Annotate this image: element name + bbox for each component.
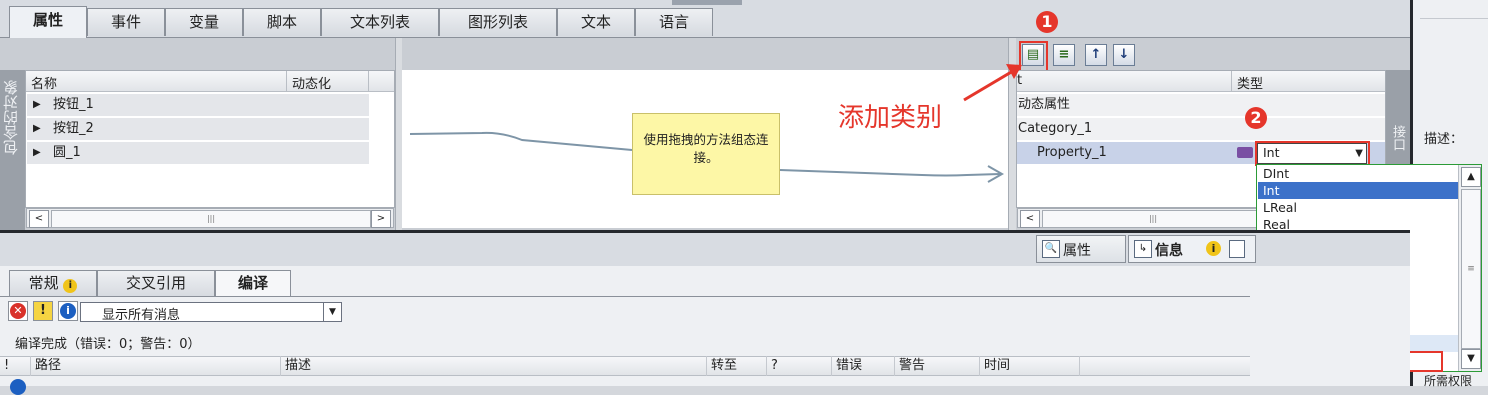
col-severity[interactable]: ! <box>0 356 31 376</box>
tab-scripts[interactable]: 脚本 <box>243 8 321 36</box>
tab-text[interactable]: 文本 <box>557 8 635 36</box>
left-vertical-title: 包含的对象 <box>2 80 20 155</box>
dropdown-option-int[interactable]: Int <box>1258 182 1458 199</box>
arrow-up-icon: ↑ <box>1090 47 1102 62</box>
col-errors[interactable]: 错误 <box>832 356 895 376</box>
scroll-up-button[interactable]: ▲ <box>1461 167 1481 187</box>
info-circle-icon: i <box>60 303 76 319</box>
interface-row-dynamic-properties[interactable]: 动态属性 <box>1017 94 1385 116</box>
inspector-tab-info[interactable]: ↳ 信息 i <box>1128 235 1256 263</box>
tab-compile[interactable]: 编译 <box>215 270 291 297</box>
tab-general[interactable]: 常规 i <box>9 270 97 297</box>
col-path[interactable]: 路径 <box>31 356 281 376</box>
add-property-button[interactable]: ≡ <box>1053 44 1075 66</box>
add-property-icon: ≡ <box>1058 47 1070 62</box>
message-filter-select[interactable]: 显示所有消息 ▼ <box>80 302 342 323</box>
expand-arrow-icon[interactable]: ▶ <box>33 142 41 164</box>
expand-arrow-icon[interactable]: ▶ <box>33 94 41 116</box>
arrow-down-icon: ↓ <box>1118 47 1130 62</box>
col-time[interactable]: 时间 <box>980 356 1080 376</box>
status-icon <box>10 379 26 395</box>
tree-item-circle-1[interactable]: ▶ 圆_1 <box>27 142 369 164</box>
tab-graphic-lists[interactable]: 图形列表 <box>439 8 557 36</box>
col-help[interactable]: ? <box>767 356 832 376</box>
tab-properties[interactable]: 属性 <box>9 6 87 38</box>
inspector-tab-label: 信息 <box>1155 243 1183 259</box>
left-splitter[interactable] <box>395 38 402 230</box>
left-hscrollbar[interactable]: < ||| > <box>26 208 394 228</box>
type-select-highlight <box>1255 141 1370 166</box>
inspector-tab-label: 属性 <box>1063 243 1091 259</box>
expand-arrow-icon[interactable]: ▶ <box>33 118 41 140</box>
top-scrollbar-stub <box>672 0 742 5</box>
tab-variables[interactable]: 变量 <box>165 8 243 36</box>
filter-error-button[interactable]: ✕ <box>8 301 28 321</box>
interface-header-divider <box>1231 71 1232 92</box>
dropdown-option-dint[interactable]: DInt <box>1258 165 1458 182</box>
tab-cross-reference[interactable]: 交叉引用 <box>97 270 215 297</box>
drag-hint-tooltip: 使用拖拽的方法组态连接。 <box>632 113 780 195</box>
header-divider <box>286 71 287 92</box>
scroll-right-button[interactable]: > <box>371 210 391 228</box>
left-header <box>26 71 394 92</box>
row-label: Category_1 <box>1018 121 1093 136</box>
col-warnings[interactable]: 警告 <box>895 356 980 376</box>
tree-item-label: 按钮_2 <box>53 121 94 136</box>
row-label: Property_1 <box>1037 145 1107 160</box>
scroll-thumb[interactable]: ≡ <box>1461 189 1481 349</box>
info-icon: i <box>63 279 78 293</box>
tree-item-label: 圆_1 <box>53 145 81 160</box>
bottom-tab-line <box>0 296 1250 297</box>
right-vertical-title: 接口 <box>1390 125 1405 151</box>
properties-icon: 🔍 <box>1042 240 1060 258</box>
tree-item-label: 按钮_1 <box>53 97 94 112</box>
tree-item-button-2[interactable]: ▶ 按钮_2 <box>27 118 369 140</box>
scroll-left-button[interactable]: < <box>1020 210 1040 228</box>
add-category-annotation: 添加类别 <box>838 103 943 133</box>
info-tab-icon: ↳ <box>1134 240 1152 258</box>
scroll-thumb[interactable]: ||| <box>51 210 371 228</box>
interface-header <box>1017 71 1385 92</box>
compile-status: 编译完成（错误：0；警告：0） <box>15 337 201 352</box>
message-filter-value: 显示所有消息 <box>102 308 181 323</box>
tab-label: 常规 <box>28 274 59 292</box>
dropdown-option-lreal[interactable]: LReal <box>1258 199 1458 216</box>
annotation-arrow <box>963 64 1022 102</box>
property-type-icon <box>1237 147 1253 158</box>
step-badge-2: 2 <box>1245 107 1267 129</box>
scroll-thumb[interactable]: ||| <box>1042 210 1264 228</box>
scroll-down-button[interactable]: ▼ <box>1461 349 1481 369</box>
filter-warning-button[interactable]: ! <box>33 301 53 321</box>
move-up-button[interactable]: ↑ <box>1085 44 1107 66</box>
required-permission-label: 所需权限 <box>1424 374 1473 388</box>
inspector-tab-properties[interactable]: 🔍 属性 <box>1036 235 1126 263</box>
tab-language[interactable]: 语言 <box>635 8 713 36</box>
info-icon: i <box>1206 241 1221 256</box>
scroll-left-button[interactable]: < <box>29 210 49 228</box>
warning-icon: ! <box>40 303 46 318</box>
far-right-divider <box>1420 18 1488 19</box>
tab-events[interactable]: 事件 <box>87 8 165 36</box>
tree-item-button-1[interactable]: ▶ 按钮_1 <box>27 94 369 116</box>
header-name: 名称 <box>31 77 58 92</box>
header-dynamic: 动态化 <box>292 77 332 92</box>
chevron-down-icon[interactable]: ▼ <box>323 303 341 321</box>
dropdown-vscrollbar[interactable]: ▲ ≡ ▼ <box>1458 165 1481 371</box>
step-badge-1: 1 <box>1036 11 1058 33</box>
interface-header-type: 类型 <box>1237 77 1264 92</box>
tab-text-lists[interactable]: 文本列表 <box>321 8 439 36</box>
filter-info-button[interactable]: i <box>58 301 78 321</box>
move-down-button[interactable]: ↓ <box>1113 44 1135 66</box>
error-icon: ✕ <box>10 303 26 319</box>
diagnostics-icon <box>1229 240 1245 258</box>
interface-row-category[interactable]: Category_1 <box>1017 118 1385 140</box>
description-label: 描述： <box>1424 132 1464 147</box>
header-divider-2 <box>368 71 369 92</box>
col-goto[interactable]: 转至 <box>707 356 767 376</box>
col-description[interactable]: 描述 <box>281 356 707 376</box>
